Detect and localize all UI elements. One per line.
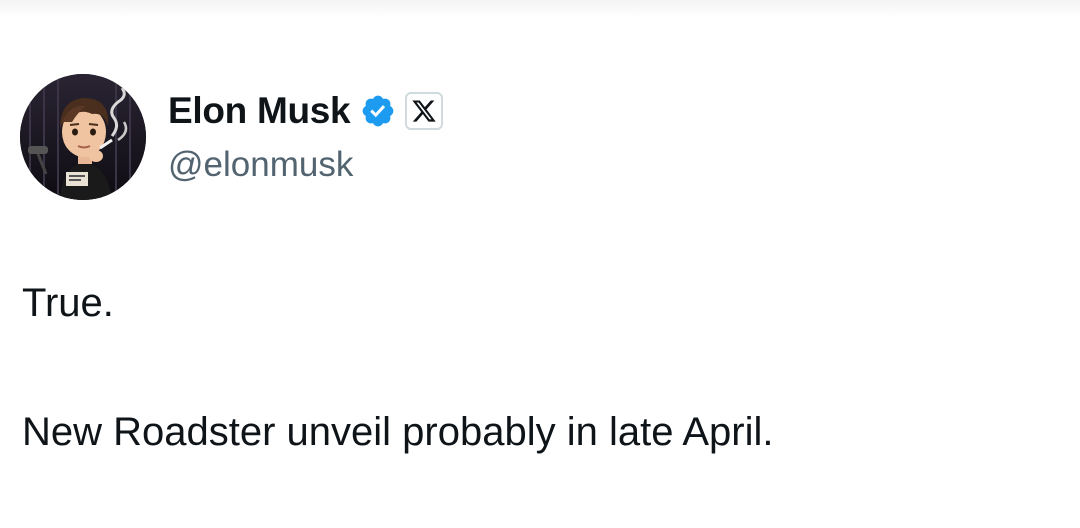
avatar[interactable] bbox=[20, 74, 146, 200]
author-handle[interactable]: @elonmusk bbox=[168, 142, 353, 188]
tweet-text-line: True. bbox=[22, 281, 114, 325]
x-logo-icon[interactable] bbox=[405, 92, 444, 130]
avatar-illustration bbox=[20, 74, 146, 200]
tweet-screenshot: Elon Musk @elonmusk True. New Roadster u… bbox=[0, 0, 1080, 528]
author-name-row[interactable]: Elon Musk bbox=[168, 88, 444, 134]
author-display-name[interactable]: Elon Musk bbox=[168, 88, 351, 134]
tweet-text-line: New Roadster unveil probably in late Apr… bbox=[22, 410, 774, 454]
top-shadow bbox=[0, 0, 1080, 18]
verified-checkmark-icon[interactable] bbox=[360, 93, 396, 129]
